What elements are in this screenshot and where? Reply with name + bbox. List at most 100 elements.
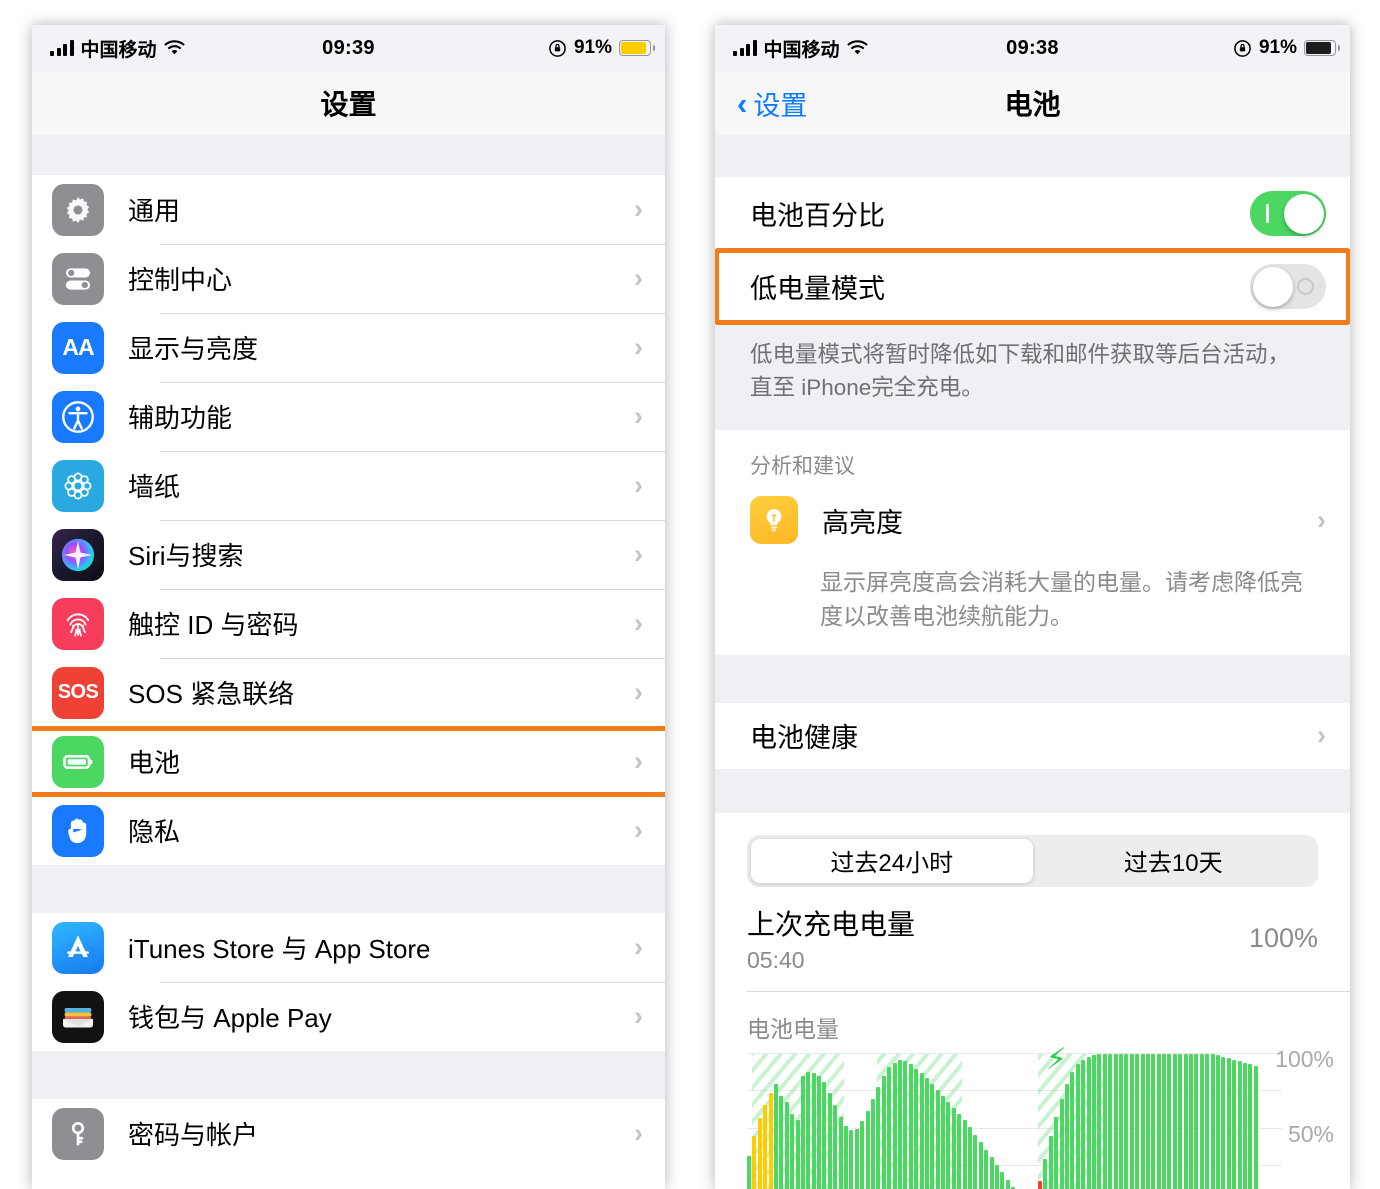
chart-bar: [1124, 1053, 1129, 1189]
toggle-switch[interactable]: [1250, 264, 1326, 309]
battery-health-label: 电池健康: [750, 723, 858, 754]
list-gap: [32, 1051, 665, 1099]
battery-percent-label: 91%: [1258, 37, 1297, 58]
toggle-row-1[interactable]: 低电量模式: [715, 250, 1350, 323]
settings-row-label: 墙纸: [128, 472, 181, 502]
settings-row-7[interactable]: SOS SOS 紧急联络 ›: [32, 658, 665, 727]
left-status-bar: 中国移动 09:39 91%: [32, 25, 665, 71]
chart-bar: [795, 1119, 800, 1189]
settings-row-label: 钱包与 Apple Pay: [128, 1003, 332, 1033]
chart-bar: [1172, 1053, 1177, 1189]
chart-y-tick-label: 100%: [1275, 1045, 1334, 1072]
chart-bar: [962, 1119, 967, 1189]
last-charge-row: 上次充电电量 05:40 100%: [715, 886, 1350, 992]
sos-icon: SOS: [52, 666, 104, 719]
chart-bar: [800, 1076, 805, 1189]
wallet-icon: [52, 990, 104, 1043]
chart-bar: [941, 1095, 946, 1189]
chart-bar: [1248, 1064, 1253, 1189]
chart-bar: [968, 1127, 973, 1189]
chevron-right-icon: ›: [634, 470, 643, 500]
settings-row-1[interactable]: 控制中心 ›: [32, 244, 665, 313]
status-bar-right-group: 91%: [548, 37, 655, 59]
battery-health-row[interactable]: 电池健康 ›: [715, 702, 1350, 769]
wallpaper-icon: [52, 459, 104, 512]
chevron-right-icon: ›: [634, 815, 643, 845]
battery-toggles-group: 电池百分比低电量模式: [715, 177, 1350, 323]
lightbulb-icon: [750, 496, 798, 545]
chart-bar: [1054, 1116, 1059, 1189]
chart-bar: [1183, 1053, 1188, 1189]
chevron-right-icon: ›: [634, 539, 643, 569]
rotation-lock-icon: [1233, 39, 1252, 58]
chart-bar: [908, 1064, 913, 1189]
left-nav-bar: 设置: [32, 71, 665, 135]
settings-row-4[interactable]: 墙纸 ›: [32, 451, 665, 520]
chart-bar: [989, 1157, 994, 1189]
chart-bar: [763, 1104, 768, 1189]
toggle-label: 电池百分比: [750, 201, 885, 231]
segment-option-0[interactable]: 过去24小时: [751, 838, 1033, 883]
chevron-right-icon: ›: [634, 1118, 643, 1148]
settings-row-0[interactable]: iTunes Store 与 App Store ›: [32, 913, 665, 982]
fingerprint-icon: [52, 597, 104, 650]
chart-bar: [849, 1130, 854, 1189]
chart-bar: [747, 1155, 751, 1189]
toggle-switch[interactable]: [1250, 191, 1326, 236]
chart-bar: [1043, 1158, 1048, 1189]
settings-row-label: 密码与帐户: [128, 1120, 259, 1150]
chart-bar: [860, 1121, 865, 1189]
settings-row-3[interactable]: 辅助功能 ›: [32, 382, 665, 451]
battery-icon: [619, 40, 655, 56]
chart-bar: [935, 1089, 940, 1189]
rotation-lock-icon: [548, 39, 567, 58]
sliders-icon: [52, 252, 104, 305]
settings-row-0[interactable]: 通用 ›: [32, 175, 665, 244]
toggle-row-0[interactable]: 电池百分比: [715, 177, 1350, 250]
chart-bar: [1108, 1053, 1113, 1189]
page-title: 电池: [1004, 89, 1061, 120]
chevron-right-icon: ›: [634, 401, 643, 431]
chart-bar: [892, 1062, 897, 1189]
chart-bar: [930, 1083, 935, 1189]
chart-bar: [784, 1101, 789, 1189]
settings-row-1[interactable]: 钱包与 Apple Pay ›: [32, 982, 665, 1051]
chart-bar: [1226, 1058, 1231, 1189]
chart-bar: [897, 1059, 902, 1189]
suggestion-row-high-brightness[interactable]: 高亮度 ›: [715, 488, 1350, 553]
toggle-label: 低电量模式: [750, 274, 885, 304]
time-range-segmented-control[interactable]: 过去24小时 过去10天: [747, 834, 1318, 887]
settings-group-stores: iTunes Store 与 App Store › 钱包与 Apple Pay ›: [32, 913, 665, 1051]
settings-row-8[interactable]: 电池 ›: [32, 727, 665, 796]
chart-bar: [844, 1125, 849, 1189]
chevron-right-icon: ›: [634, 746, 643, 776]
chart-bar: [833, 1104, 838, 1189]
settings-row-6[interactable]: 触控 ID 与密码 ›: [32, 589, 665, 658]
chevron-right-icon: ›: [634, 608, 643, 638]
settings-group-accounts: 密码与帐户 ›: [32, 1099, 665, 1168]
chevron-right-icon: ›: [1317, 504, 1326, 535]
chart-bar: [827, 1092, 832, 1189]
chart-bar: [1065, 1083, 1070, 1189]
chart-bar: [790, 1113, 795, 1189]
key-icon: [52, 1107, 104, 1160]
left-phone-settings-screen: 中国移动 09:39 91% 设置 通用 › 控制中心 › AA 显示与亮度 ›…: [32, 25, 665, 1189]
chart-bar: [1075, 1064, 1080, 1189]
settings-row-label: 辅助功能: [128, 403, 233, 433]
chevron-right-icon: ›: [634, 263, 643, 293]
time-range-segmented-control-wrap: 过去24小时 过去10天: [715, 812, 1350, 887]
chart-bar: [865, 1110, 870, 1189]
chart-bar: [1038, 1181, 1043, 1189]
chart-bar: [946, 1101, 951, 1189]
gear-icon: [52, 183, 104, 236]
settings-row-5[interactable]: Siri与搜索 ›: [32, 520, 665, 589]
chart-bar: [1059, 1098, 1064, 1189]
chart-bar: [1048, 1136, 1053, 1189]
suggestions-section-title: 分析和建议: [715, 430, 1350, 489]
chart-bar: [876, 1086, 881, 1189]
segment-option-1[interactable]: 过去10天: [1033, 839, 1315, 883]
settings-row-9[interactable]: 隐私 ›: [32, 796, 665, 865]
settings-row-0[interactable]: 密码与帐户 ›: [32, 1099, 665, 1168]
last-charge-percent: 100%: [1248, 922, 1318, 953]
settings-row-2[interactable]: AA 显示与亮度 ›: [32, 313, 665, 382]
